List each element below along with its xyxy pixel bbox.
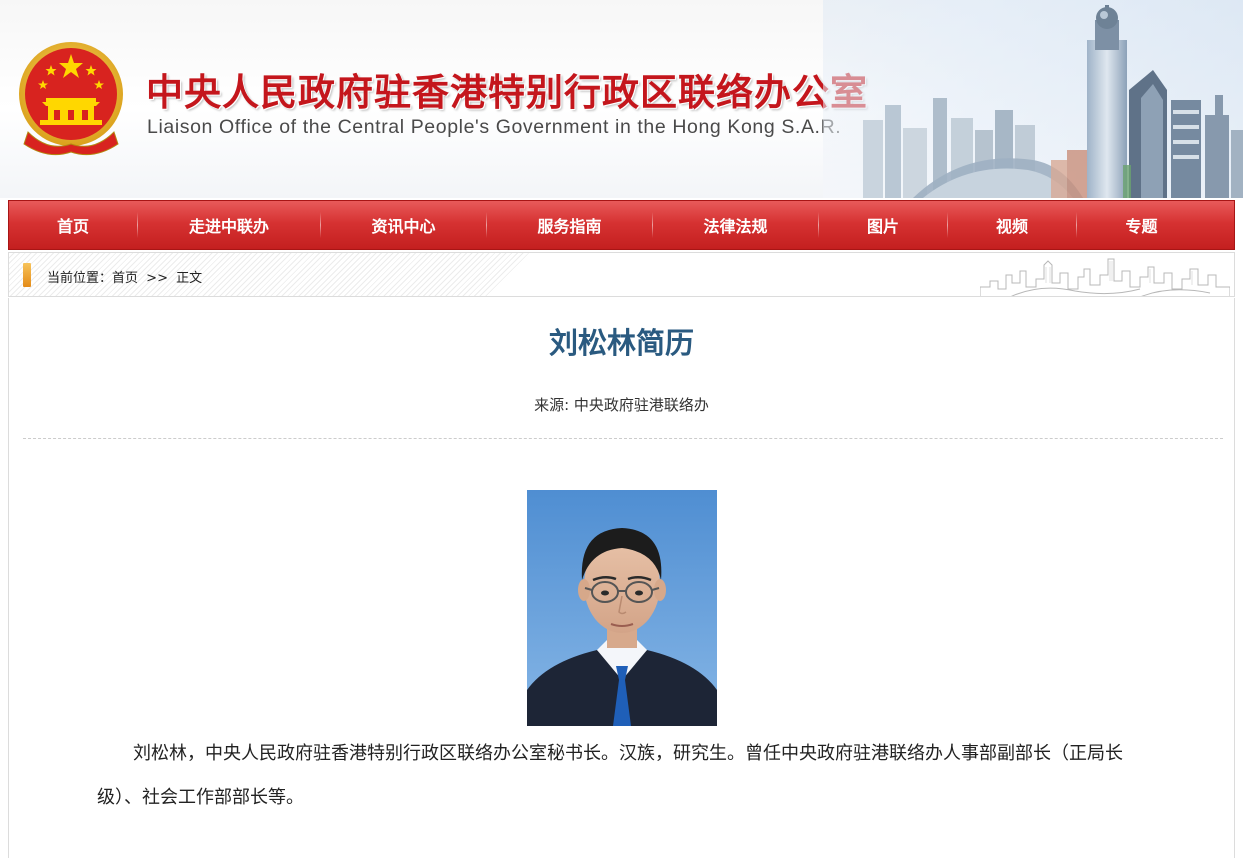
hong-kong-skyline-illustration bbox=[823, 0, 1243, 198]
article-source: 来源: 中央政府驻港联络办 bbox=[534, 396, 709, 414]
nav-item-news[interactable]: 资讯中心 bbox=[321, 201, 486, 249]
portrait-photo bbox=[527, 490, 717, 726]
nav-item-services[interactable]: 服务指南 bbox=[487, 201, 652, 249]
article-body-paragraph: 刘松林，中央人民政府驻香港特别行政区联络办公室秘书长。汉族，研究生。曾任中央政府… bbox=[97, 743, 1123, 808]
nav-item-home[interactable]: 首页 bbox=[9, 201, 137, 249]
site-title-chinese: 中央人民政府驻香港特别行政区联络办公室 bbox=[146, 71, 868, 114]
nav-item-about[interactable]: 走进中联办 bbox=[138, 201, 320, 249]
breadcrumb: 当前位置：首页 >> 正文 bbox=[8, 252, 1235, 297]
breadcrumb-city-sketch bbox=[980, 258, 1230, 296]
bar-marker-icon bbox=[23, 263, 31, 287]
nav-item-topics[interactable]: 专题 bbox=[1077, 201, 1206, 249]
nav-item-videos[interactable]: 视频 bbox=[948, 201, 1076, 249]
main-navigation: 首页 走进中联办 资讯中心 服务指南 法律法规 图片 视频 专题 bbox=[8, 200, 1235, 250]
national-emblem-icon[interactable] bbox=[18, 40, 124, 156]
article-content: 刘松林简历 来源: 中央政府驻港联络办 刘松林，中央人民政府驻香港特别行政区联络… bbox=[8, 298, 1235, 858]
nav-item-pictures[interactable]: 图片 bbox=[819, 201, 947, 249]
breadcrumb-separator: >> bbox=[146, 271, 168, 286]
site-header: 中央人民政府驻香港特别行政区联络办公室 Liaison Office of th… bbox=[0, 0, 1243, 198]
breadcrumb-home-link[interactable]: 首页 bbox=[112, 271, 138, 286]
breadcrumb-current: 正文 bbox=[176, 271, 203, 286]
breadcrumb-text: 当前位置：首页 >> 正文 bbox=[47, 267, 206, 286]
site-title-english: Liaison Office of the Central People's G… bbox=[147, 116, 842, 138]
article-divider bbox=[23, 438, 1223, 439]
breadcrumb-prefix: 当前位置： bbox=[47, 271, 113, 286]
nav-item-laws[interactable]: 法律法规 bbox=[653, 201, 818, 249]
article-title: 刘松林简历 bbox=[548, 326, 694, 360]
